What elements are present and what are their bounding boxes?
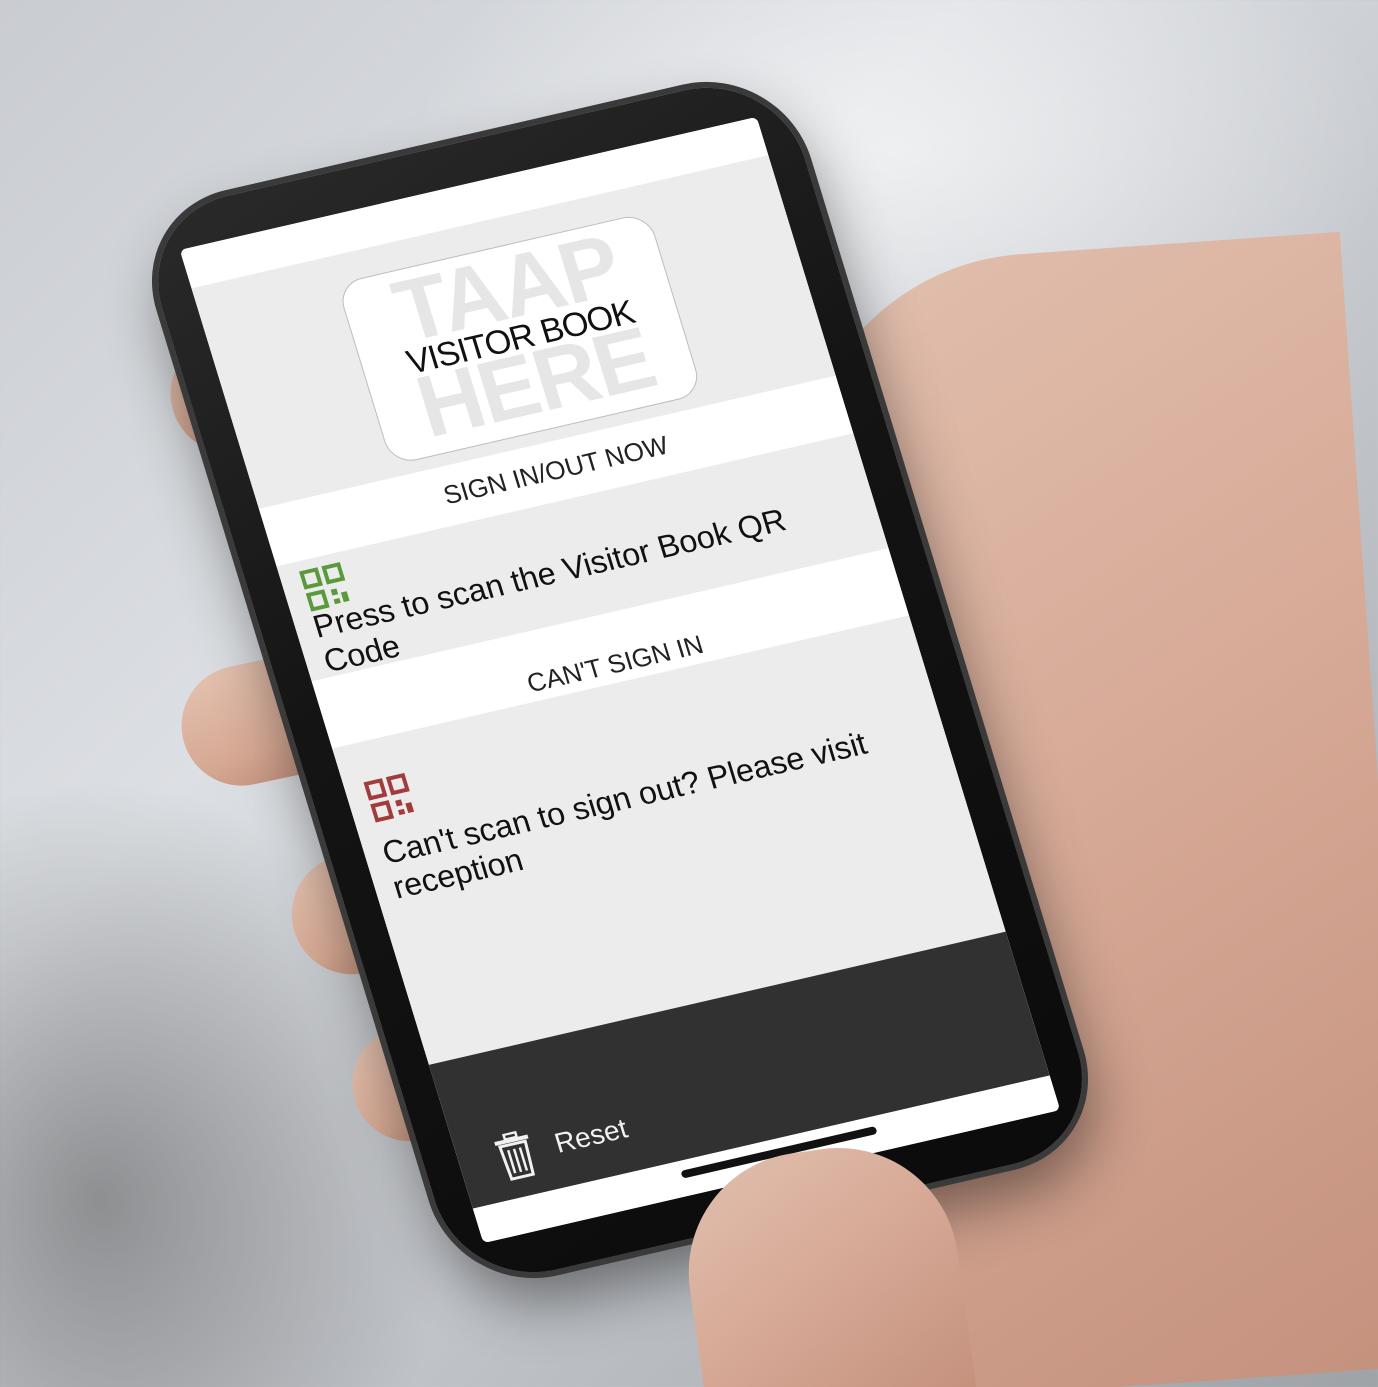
cant-sign-in-action-text: Can't scan to sign out? Please visit rec…	[377, 725, 871, 906]
qr-code-icon	[363, 772, 415, 823]
